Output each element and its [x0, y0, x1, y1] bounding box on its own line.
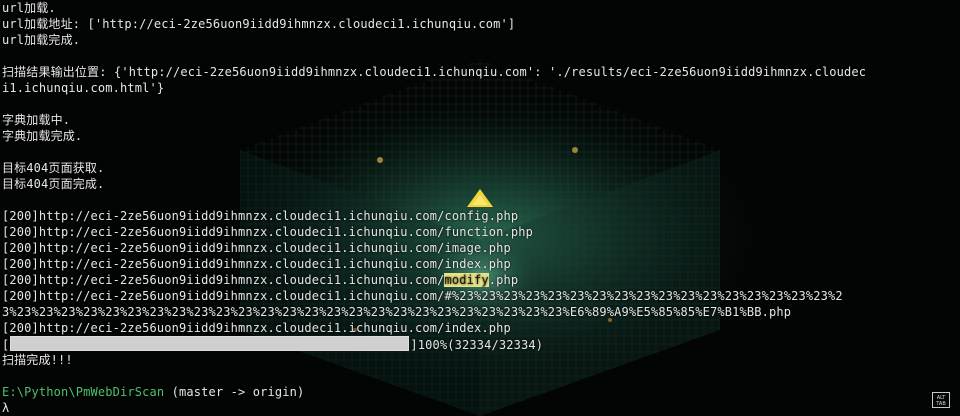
prompt-branch: (master -> origin) [164, 385, 305, 399]
output-line: 扫描结果输出位置: {'http://eci-2ze56uon9iidd9ihm… [2, 65, 867, 79]
terminal-output: url加载. url加载地址: ['http://eci-2ze56uon9ii… [2, 0, 958, 416]
progress-bar [10, 336, 410, 351]
prompt-path: E:\Python\PmWebDirScan [2, 385, 165, 399]
output-line: 目标404页面完成. [2, 177, 105, 191]
output-line: url加载地址: ['http://eci-2ze56uon9iidd9ihmn… [2, 17, 516, 31]
scan-result-line: [200]http://eci-2ze56uon9iidd9ihmnzx.clo… [2, 257, 511, 271]
output-line: 字典加载中. [2, 113, 71, 127]
progress-line: [ ]100%(32334/32334) [2, 336, 958, 352]
prompt-input-line[interactable]: λ [2, 400, 958, 416]
scan-result-line: [200]http://eci-2ze56uon9iidd9ihmnzx.clo… [2, 321, 511, 335]
progress-text: ]100%(32334/32334) [410, 338, 544, 352]
scan-result-line: [200]http://eci-2ze56uon9iidd9ihmnzx.clo… [2, 289, 843, 303]
scan-complete-text: 扫描完成!!! [2, 353, 73, 367]
scan-result-line-wrap: 3%23%23%23%23%23%23%23%23%23%23%23%23%23… [2, 305, 792, 319]
terminal-window[interactable]: url加载. url加载地址: ['http://eci-2ze56uon9ii… [0, 0, 960, 416]
output-line: url加载完成. [2, 33, 81, 47]
scan-result-line: [200]http://eci-2ze56uon9iidd9ihmnzx.clo… [2, 241, 511, 255]
output-line: 字典加载完成. [2, 129, 83, 143]
result-url-suffix: .php [488, 273, 519, 287]
prompt-line: E:\Python\PmWebDirScan (master -> origin… [2, 384, 958, 400]
output-line: 目标404页面获取. [2, 161, 105, 175]
output-line: i1.ichunqiu.com.html'} [2, 81, 165, 95]
lambda-prompt-symbol: λ [2, 401, 10, 415]
scan-result-line: [200]http://eci-2ze56uon9iidd9ihmnzx.clo… [2, 225, 533, 239]
selected-text-highlight[interactable]: modify [444, 273, 489, 287]
scan-result-line: [200]http://eci-2ze56uon9iidd9ihmnzx.clo… [2, 209, 519, 223]
scan-result-line: [200]http://eci-2ze56uon9iidd9ihmnzx.clo… [2, 272, 958, 288]
progress-open-bracket: [ [2, 338, 10, 352]
result-url-prefix: [200]http://eci-2ze56uon9iidd9ihmnzx.clo… [2, 273, 445, 287]
output-line: url加载. [2, 1, 56, 15]
alt-tab-icon[interactable]: ALT TAB [932, 392, 950, 408]
